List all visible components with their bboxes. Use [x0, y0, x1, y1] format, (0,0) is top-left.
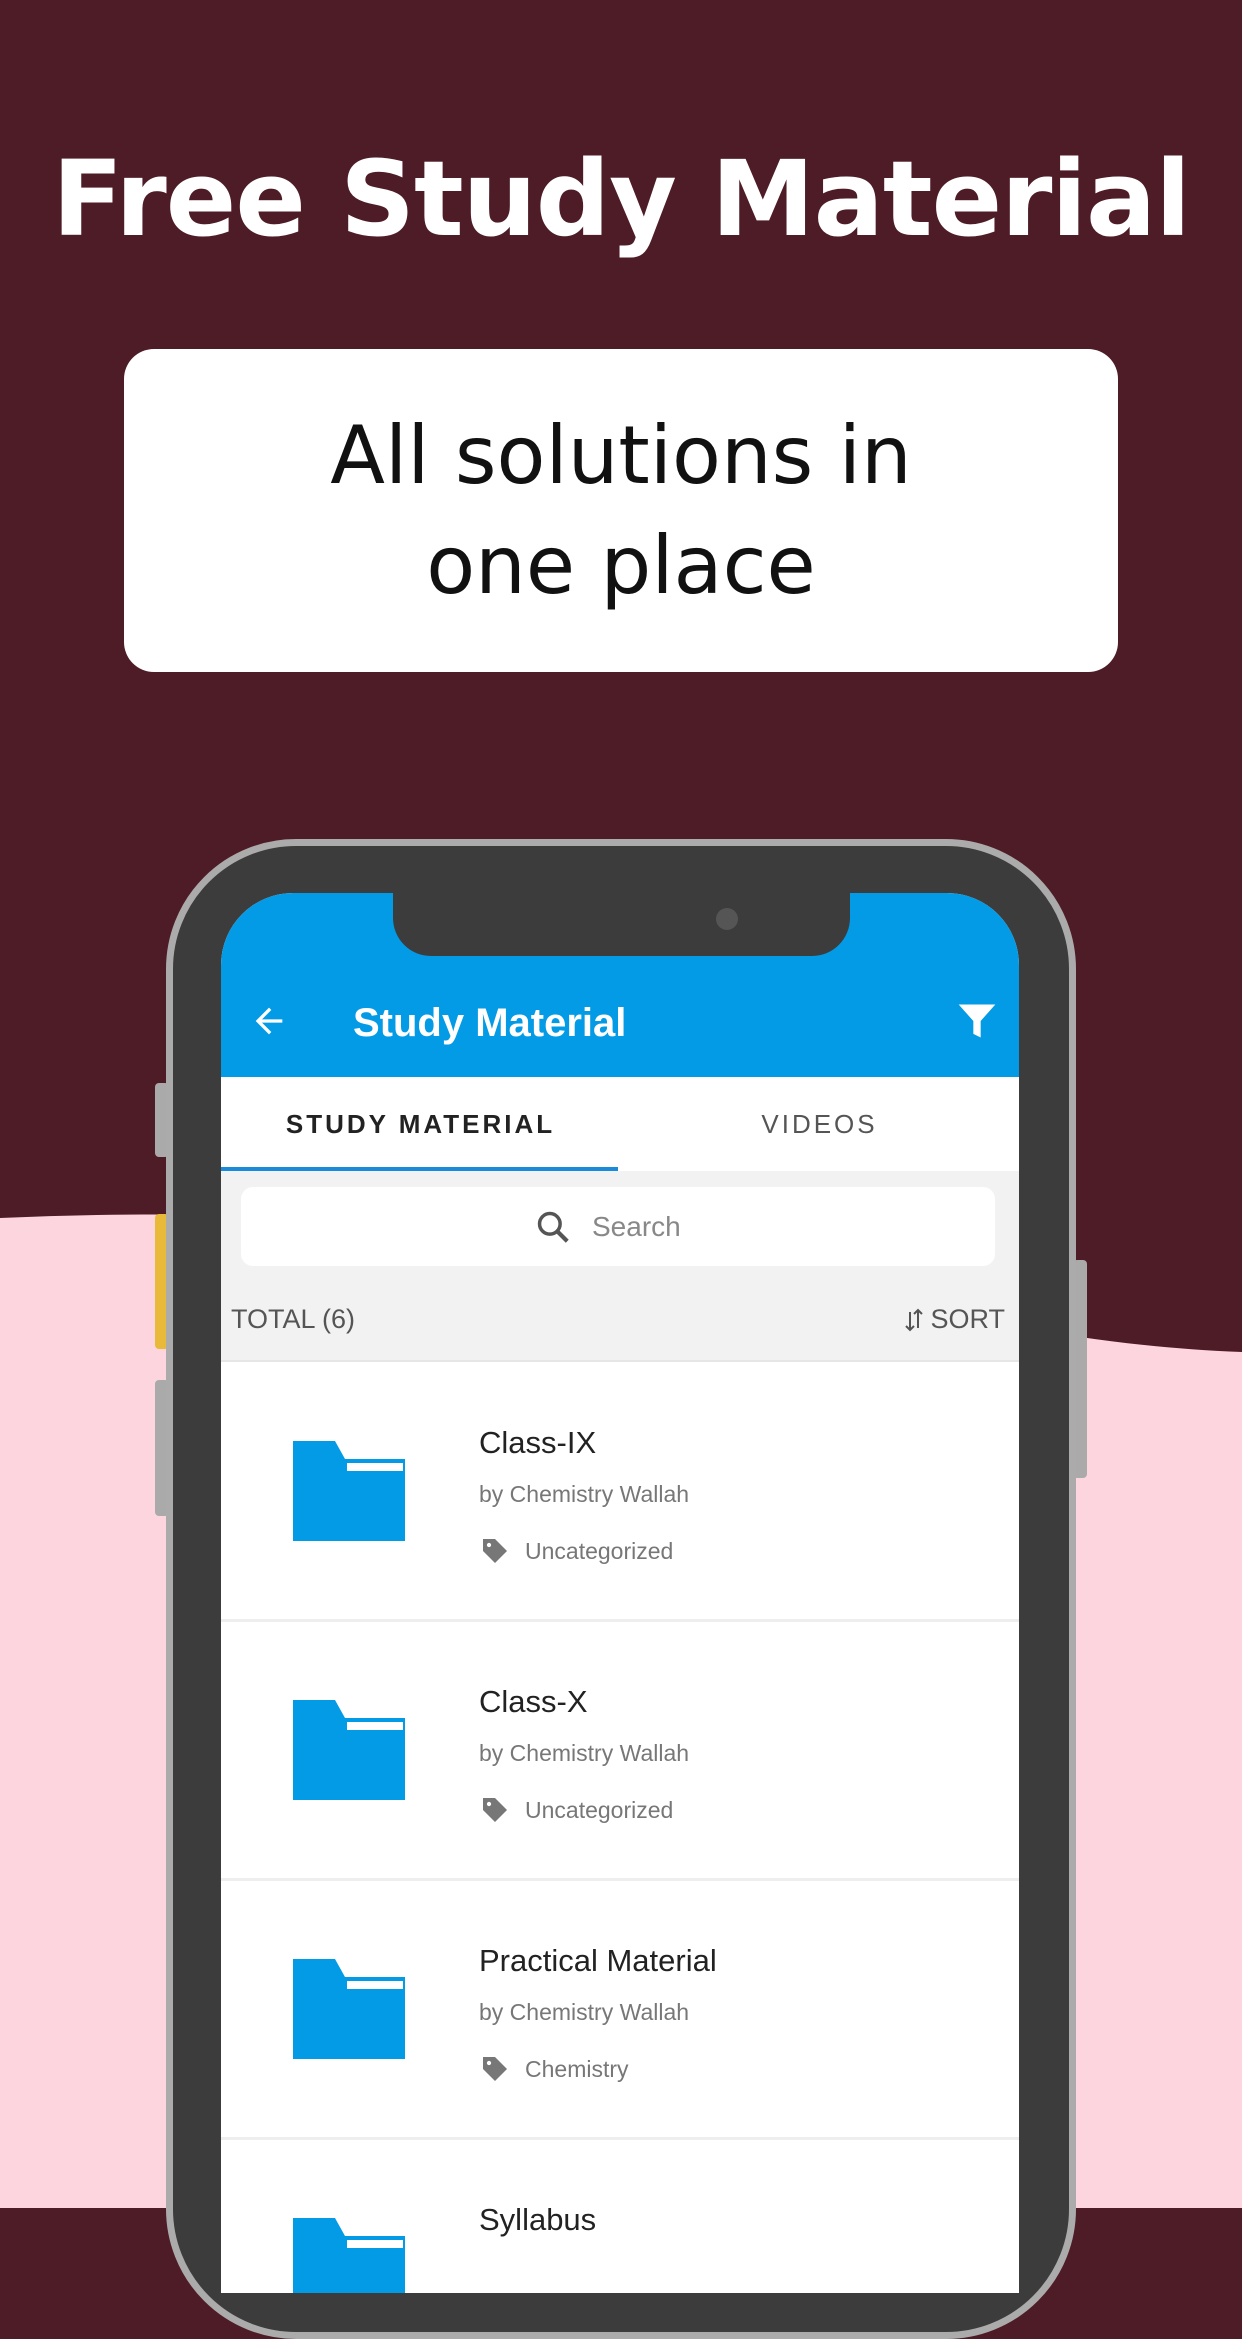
- list-item[interactable]: Class-IX by Chemistry Wallah Uncategoriz…: [221, 1363, 1019, 1622]
- promo-card: All solutions in one place: [124, 349, 1118, 672]
- item-author: by Chemistry Wallah: [479, 1740, 690, 1766]
- item-tag: Chemistry: [479, 2053, 629, 2085]
- item-title: Class-IX: [479, 1425, 597, 1460]
- item-author: by Chemistry Wallah: [479, 1481, 690, 1507]
- promo-subheadline: All solutions in one place: [330, 408, 912, 612]
- item-title: Syllabus: [479, 2202, 597, 2237]
- app-title: Study Material: [353, 1001, 627, 1045]
- folder-icon: [293, 1959, 405, 2059]
- phone-screen: Study Material STUDY MATERIAL VIDEOS TOT…: [221, 893, 1019, 2293]
- search-input[interactable]: [592, 1210, 702, 1243]
- list-item[interactable]: Class-X by Chemistry Wallah Uncategorize…: [221, 1622, 1019, 1881]
- list-header: TOTAL (6) SORT: [221, 1171, 1019, 1362]
- tab-bar: STUDY MATERIAL VIDEOS: [221, 1077, 1019, 1171]
- sort-icon: [905, 1308, 924, 1331]
- filter-icon[interactable]: [955, 999, 999, 1043]
- total-count: TOTAL (6): [231, 1304, 356, 1334]
- item-title: Class-X: [479, 1684, 588, 1719]
- folder-icon: [293, 2218, 405, 2293]
- promo-headline: Free Study Material: [52, 138, 1191, 260]
- folder-icon: [293, 1441, 405, 1541]
- search-icon: [537, 1211, 569, 1243]
- search-bar[interactable]: [241, 1187, 995, 1266]
- item-tag: Uncategorized: [479, 1794, 673, 1826]
- tab-study-material[interactable]: STUDY MATERIAL: [221, 1077, 620, 1171]
- arrow-left-icon[interactable]: [249, 1001, 289, 1041]
- list-item[interactable]: Practical Material by Chemistry Wallah C…: [221, 1881, 1019, 2140]
- item-title: Practical Material: [479, 1943, 717, 1978]
- phone-notch: [393, 893, 850, 956]
- camera-icon: [716, 908, 738, 930]
- item-author: by Chemistry Wallah: [479, 1999, 690, 2025]
- tag-icon: [483, 2057, 507, 2081]
- tag-icon: [483, 1539, 507, 1563]
- item-tag-label: Chemistry: [525, 2055, 629, 2082]
- list-item[interactable]: Syllabus: [221, 2140, 1019, 2293]
- item-tag-label: Uncategorized: [525, 1537, 674, 1564]
- tag-icon: [483, 1798, 507, 1822]
- folder-icon: [293, 1700, 405, 1800]
- item-tag-label: Uncategorized: [525, 1796, 674, 1823]
- sort-button[interactable]: SORT: [902, 1304, 1005, 1335]
- tab-videos[interactable]: VIDEOS: [620, 1077, 1019, 1171]
- sort-label: SORT: [930, 1304, 1005, 1334]
- item-tag: Uncategorized: [479, 1535, 673, 1567]
